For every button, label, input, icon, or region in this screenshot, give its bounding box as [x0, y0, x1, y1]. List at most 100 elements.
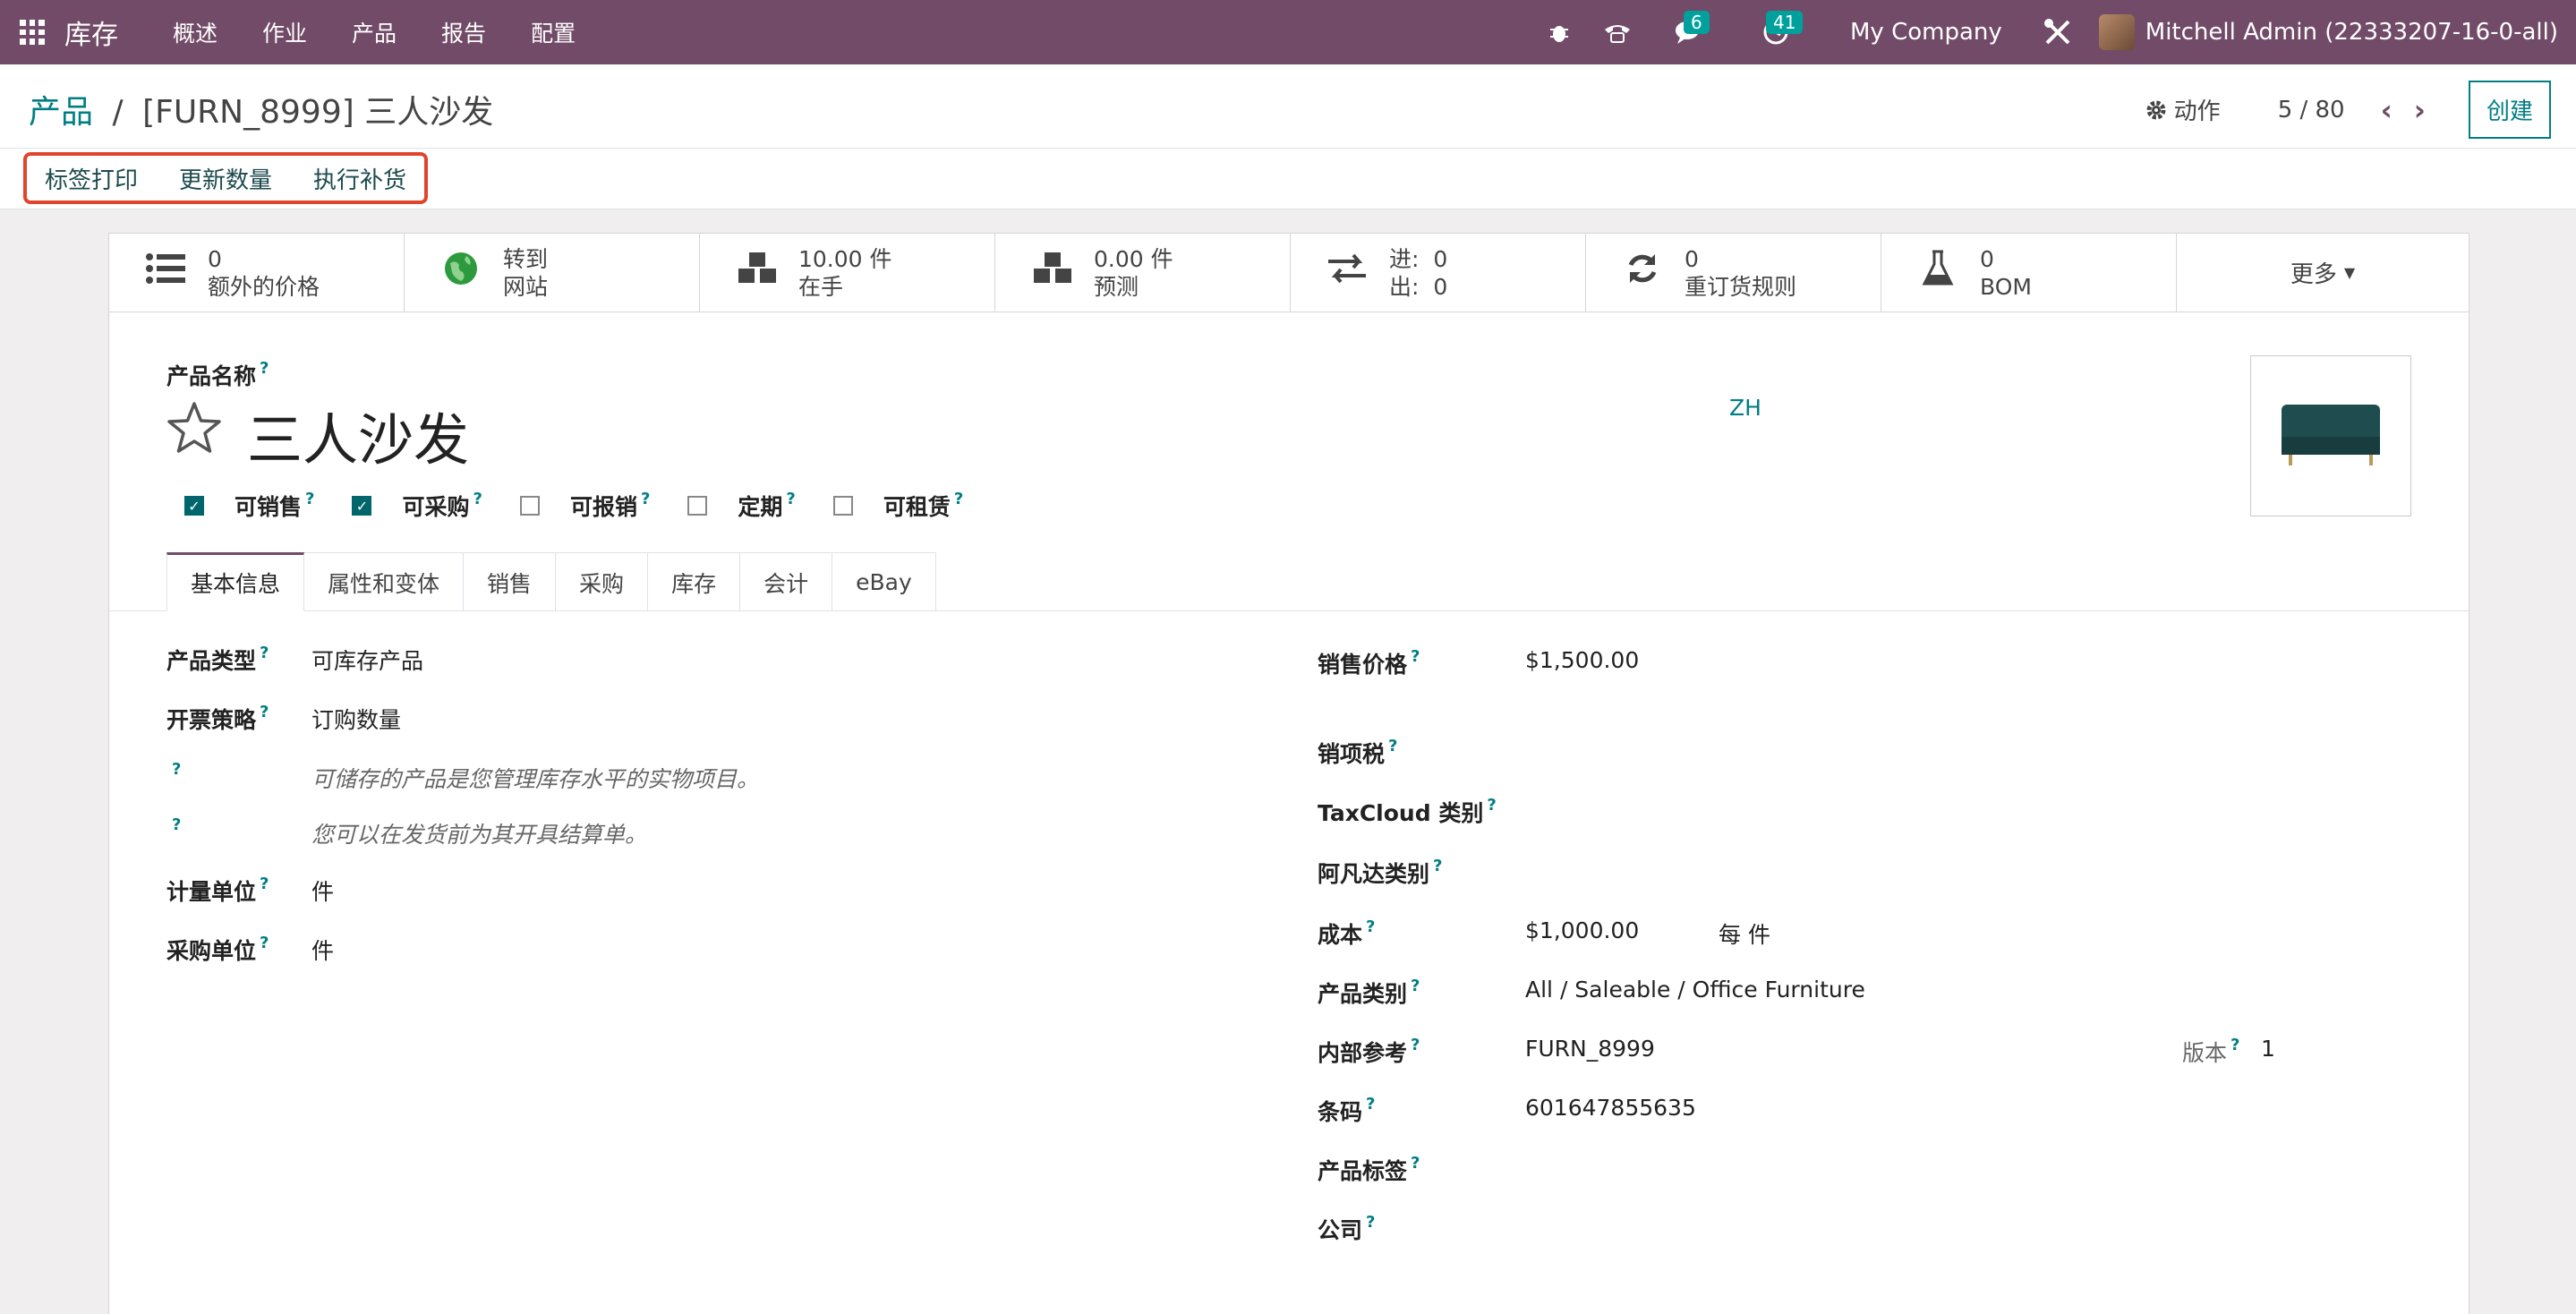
can-be-expensed-checkbox[interactable] — [519, 496, 540, 516]
on-hand-label: 在手 — [798, 274, 844, 300]
exchange-icon — [1325, 252, 1369, 294]
chat-icon[interactable]: 6 — [1664, 0, 1714, 64]
breadcrumb-separator: / — [112, 94, 124, 131]
product-type-value[interactable]: 可库存产品 — [311, 644, 423, 676]
product-image[interactable] — [2250, 355, 2411, 516]
tab-ebay[interactable]: eBay — [832, 552, 936, 611]
go-to-label: 转到 — [503, 246, 549, 272]
main-menu: 概述 作业 产品 报告 配置 — [150, 16, 598, 48]
cost-unit: 每 件 — [1719, 922, 1770, 948]
help-tooltip-icon[interactable]: ? — [260, 359, 269, 378]
globe-icon — [439, 251, 483, 295]
version-value[interactable]: 1 — [2261, 1036, 2275, 1062]
more-button[interactable]: 更多 ▼ — [2177, 234, 2469, 311]
user-avatar[interactable] — [2098, 14, 2135, 50]
product-type-label: 产品类型? — [166, 644, 269, 674]
pager-previous-icon[interactable]: ‹ — [2381, 93, 2393, 127]
purchase-uom-label: 采购单位? — [166, 934, 269, 964]
menu-overview[interactable]: 概述 — [150, 16, 240, 48]
form-tabs: 基本信息 属性和变体 销售 采购 库存 会计 eBay — [166, 552, 936, 611]
cubes-icon — [734, 250, 779, 296]
menu-reporting[interactable]: 报告 — [419, 16, 508, 48]
tab-divider — [109, 610, 2469, 611]
menu-products[interactable]: 产品 — [329, 16, 419, 48]
recurring-label: 定期? — [738, 490, 796, 520]
forecast-button[interactable]: 0.00 件预测 — [995, 234, 1291, 312]
product-name-label-wrap: 产品名称? — [166, 359, 269, 391]
tab-attributes-variants[interactable]: 属性和变体 — [304, 552, 465, 611]
tab-inventory[interactable]: 库存 — [648, 552, 741, 611]
website-label: 网站 — [503, 274, 549, 300]
breadcrumb-current: [FURN_8999] 三人沙发 — [142, 94, 494, 131]
invoice-policy-help: 您可以在发货前为其开具结算单。 — [311, 822, 648, 848]
activity-count-badge: 41 — [1765, 11, 1804, 34]
replenish-button[interactable]: 执行补货 — [313, 162, 406, 195]
form-sheet: 0 额外的价格 转到 网站 10.00 件在手 0.00 件预测 进: 0 出: 0 — [108, 233, 2469, 1314]
bug-icon[interactable] — [1548, 0, 1571, 64]
extra-prices-button[interactable]: 0 额外的价格 — [109, 234, 405, 312]
reorder-rules-label: 重订货规则 — [1685, 274, 1797, 300]
pager-next-icon[interactable]: › — [2414, 93, 2426, 127]
on-hand-quantity: 10.00 件 — [798, 246, 892, 272]
apps-menu-icon[interactable] — [0, 0, 64, 64]
pager-value[interactable]: 5 / 80 — [2278, 97, 2345, 124]
refresh-icon — [1620, 251, 1665, 295]
app-brand[interactable]: 库存 — [64, 13, 118, 52]
sofa-image — [2282, 405, 2380, 467]
product-title: 三人沙发 — [166, 395, 469, 475]
action-label: 动作 — [2173, 98, 2221, 125]
menu-configuration[interactable]: 配置 — [508, 16, 598, 48]
can-be-sold-checkbox[interactable]: ✓ — [184, 496, 204, 516]
language-translate-button[interactable]: ZH — [1729, 395, 1761, 421]
go-to-website-button[interactable]: 转到 网站 — [405, 234, 700, 312]
cost-value[interactable]: $1,000.00 — [1525, 917, 1639, 943]
help-tooltip-icon[interactable]: ? — [172, 760, 181, 779]
can-be-rented-checkbox[interactable] — [832, 496, 853, 516]
reorder-rules-button[interactable]: 0 重订货规则 — [1586, 234, 1881, 312]
company-switcher[interactable]: My Company — [1850, 19, 2002, 46]
product-name-field[interactable]: 三人沙发 — [247, 395, 469, 475]
create-button[interactable]: 创建 — [2468, 81, 2551, 139]
user-menu[interactable]: Mitchell Admin (22333207-16-0-all) — [2145, 19, 2558, 46]
company-label: 公司? — [1318, 1213, 1376, 1243]
invoice-policy-value[interactable]: 订购数量 — [311, 703, 401, 735]
product-tags-label: 产品标签? — [1318, 1154, 1420, 1184]
sales-price-value[interactable]: $1,500.00 — [1525, 647, 1639, 673]
on-hand-button[interactable]: 10.00 件在手 — [700, 234, 995, 312]
can-be-purchased-checkbox[interactable]: ✓ — [352, 496, 372, 516]
tab-general-info[interactable]: 基本信息 — [166, 552, 305, 611]
more-label: 更多 — [2290, 261, 2337, 288]
print-labels-button[interactable]: 标签打印 — [45, 162, 138, 195]
recurring-checkbox[interactable] — [687, 496, 708, 516]
clock-icon[interactable]: 41 — [1746, 0, 1805, 64]
purchase-uom-value[interactable]: 件 — [311, 934, 334, 966]
product-category-value[interactable]: All / Saleable / Office Furniture — [1525, 977, 1865, 1003]
tab-accounting[interactable]: 会计 — [740, 552, 833, 611]
star-icon[interactable] — [166, 401, 222, 469]
caret-down-icon: ▼ — [2343, 264, 2356, 281]
uom-value[interactable]: 件 — [311, 875, 334, 907]
phone-icon[interactable] — [1603, 0, 1632, 64]
action-menu-button[interactable]: 动作 — [2145, 93, 2221, 126]
barcode-value[interactable]: 601647855635 — [1525, 1095, 1696, 1121]
tab-sales[interactable]: 销售 — [464, 552, 557, 611]
in-out-button[interactable]: 进: 0 出: 0 — [1291, 234, 1586, 312]
control-panel-right: 动作 5 / 80 ‹ › 创建 — [2145, 81, 2551, 139]
control-panel: 产品 / [FURN_8999] 三人沙发 动作 5 / 80 ‹ › 创建 标… — [0, 64, 2576, 209]
list-icon — [143, 252, 188, 294]
help-tooltip-icon[interactable]: ? — [172, 815, 181, 834]
internal-reference-label: 内部参考? — [1318, 1036, 1420, 1066]
product-name-label: 产品名称 — [166, 363, 257, 389]
forecast-quantity: 0.00 件 — [1094, 246, 1173, 272]
tab-purchase[interactable]: 采购 — [556, 552, 649, 611]
taxcloud-category-label: TaxCloud 类别? — [1318, 796, 1497, 826]
chat-count-badge: 6 — [1683, 11, 1710, 34]
tools-icon[interactable] — [2043, 0, 2072, 64]
breadcrumb-products-link[interactable]: 产品 — [29, 94, 93, 131]
bom-button[interactable]: 0 BOM — [1881, 234, 2177, 312]
smart-button-box: 0 额外的价格 转到 网站 10.00 件在手 0.00 件预测 进: 0 出: 0 — [109, 234, 2469, 312]
menu-operations[interactable]: 作业 — [240, 16, 329, 48]
update-quantity-button[interactable]: 更新数量 — [179, 162, 272, 195]
gear-icon — [2146, 100, 2166, 119]
internal-reference-value[interactable]: FURN_8999 — [1525, 1036, 1655, 1062]
